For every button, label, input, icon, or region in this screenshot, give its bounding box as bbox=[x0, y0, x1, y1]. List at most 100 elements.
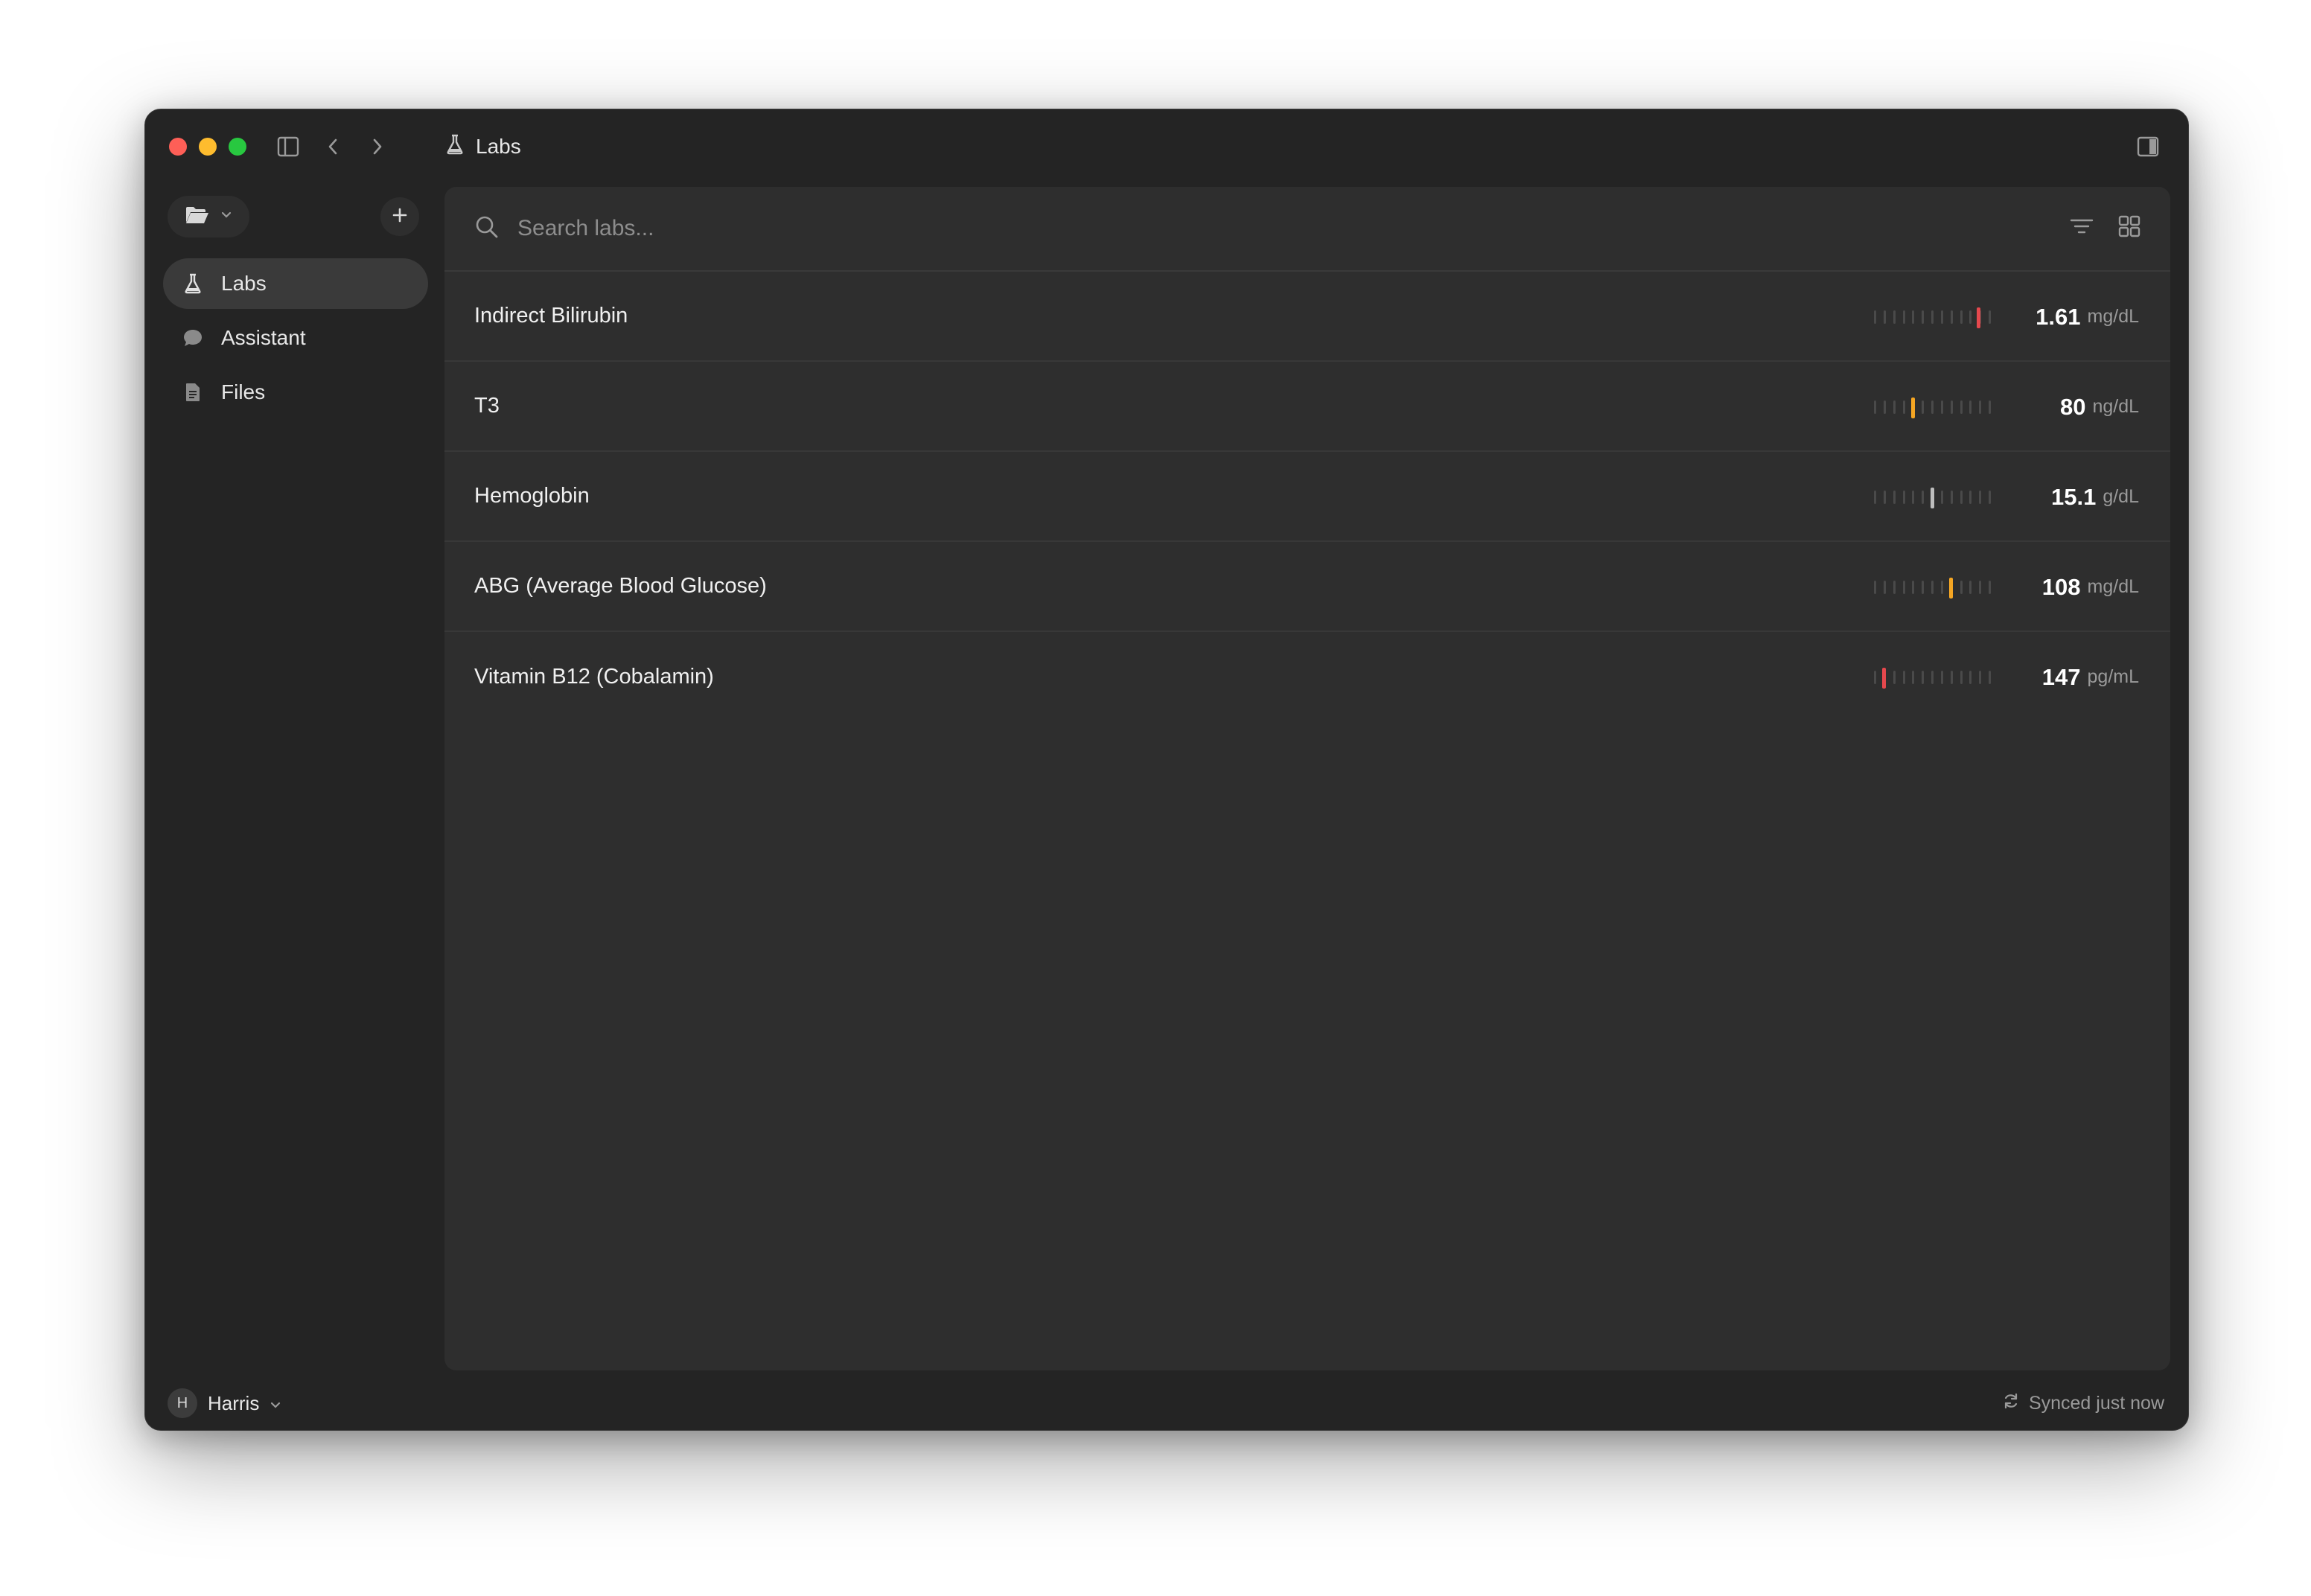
gauge-tick bbox=[1969, 310, 1971, 324]
gauge-tick bbox=[1903, 310, 1905, 324]
sidebar-nav: Labs Assistant Files bbox=[163, 258, 428, 421]
range-gauge bbox=[1874, 488, 1993, 508]
avatar: H bbox=[168, 1388, 197, 1418]
gauge-tick bbox=[1893, 581, 1896, 594]
range-gauge bbox=[1874, 398, 1993, 418]
app-window: Labs Labs Assistant Files Search labs...… bbox=[144, 109, 2189, 1431]
maximize-window-button[interactable] bbox=[229, 138, 246, 156]
plus-icon bbox=[391, 206, 409, 228]
gauge-tick bbox=[1951, 491, 1953, 504]
lab-row[interactable]: T3 80 ng/dL bbox=[444, 362, 2170, 452]
lab-value: 108 mg/dL bbox=[2042, 542, 2139, 632]
sidebar-item-assistant[interactable]: Assistant bbox=[163, 313, 428, 363]
gauge-tick bbox=[1931, 581, 1934, 594]
lab-list: Indirect Bilirubin 1.61 mg/dL T3 80 ng/d… bbox=[444, 272, 2170, 722]
gauge-tick bbox=[1989, 491, 1991, 504]
lab-value: 80 ng/dL bbox=[2060, 362, 2139, 452]
gauge-tick bbox=[1960, 491, 1963, 504]
sidebar-item-label: Assistant bbox=[221, 326, 306, 349]
gauge-tick bbox=[1941, 671, 1943, 684]
gauge-tick bbox=[1912, 671, 1914, 684]
gauge-marker bbox=[1911, 398, 1915, 418]
gauge-tick bbox=[1989, 310, 1991, 324]
chevron-left-icon[interactable] bbox=[321, 135, 345, 159]
gauge-tick bbox=[1922, 400, 1924, 414]
gauge-tick bbox=[1979, 671, 1981, 684]
sync-status: Synced just now bbox=[2002, 1385, 2164, 1421]
chevron-down-icon bbox=[270, 1392, 281, 1415]
gauge-tick bbox=[1989, 671, 1991, 684]
gauge-tick bbox=[1903, 491, 1905, 504]
folder-switcher-button[interactable] bbox=[168, 196, 249, 237]
chat-bubble-icon bbox=[181, 326, 205, 350]
chevron-down-icon bbox=[220, 210, 232, 223]
gauge-tick bbox=[1969, 581, 1971, 594]
lab-row[interactable]: Hemoglobin 15.1 g/dL bbox=[444, 452, 2170, 542]
gauge-tick bbox=[1903, 581, 1905, 594]
range-gauge bbox=[1874, 307, 1993, 328]
gauge-tick bbox=[1922, 491, 1924, 504]
gauge-tick bbox=[1941, 491, 1943, 504]
lab-value-number: 108 bbox=[2041, 573, 2081, 600]
sidebar-item-labs[interactable]: Labs bbox=[163, 258, 428, 309]
search-bar bbox=[444, 187, 2170, 272]
gauge-marker bbox=[1931, 488, 1934, 508]
gauge-tick bbox=[1979, 400, 1981, 414]
lab-row[interactable]: ABG (Average Blood Glucose) 108 mg/dL bbox=[444, 542, 2170, 632]
gauge-tick bbox=[1941, 310, 1943, 324]
labs-panel: Indirect Bilirubin 1.61 mg/dL T3 80 ng/d… bbox=[444, 187, 2170, 1370]
gauge-tick bbox=[1969, 491, 1971, 504]
lab-value-unit: mg/dL bbox=[2087, 306, 2139, 327]
lab-row[interactable]: Indirect Bilirubin 1.61 mg/dL bbox=[444, 272, 2170, 362]
search-tools bbox=[2069, 214, 2142, 243]
flask-icon bbox=[446, 134, 464, 160]
lab-value-number: 80 bbox=[2059, 393, 2086, 420]
gauge-tick bbox=[1884, 491, 1886, 504]
gauge-tick bbox=[1874, 491, 1876, 504]
gauge-tick bbox=[1893, 671, 1896, 684]
user-menu[interactable]: H Harris bbox=[168, 1385, 281, 1421]
gauge-tick bbox=[1989, 400, 1991, 414]
filter-icon[interactable] bbox=[2069, 214, 2094, 243]
gauge-tick bbox=[1912, 491, 1914, 504]
gauge-marker bbox=[1977, 307, 1980, 328]
gauge-tick bbox=[1969, 400, 1971, 414]
window-title: Labs bbox=[446, 132, 521, 162]
sidebar-icon[interactable] bbox=[276, 135, 300, 159]
gauge-tick bbox=[1903, 671, 1905, 684]
gauge-tick bbox=[1931, 400, 1934, 414]
gauge-tick bbox=[1941, 581, 1943, 594]
gauge-tick bbox=[1989, 581, 1991, 594]
grid-view-icon[interactable] bbox=[2117, 214, 2142, 243]
sidebar-item-label: Labs bbox=[221, 272, 267, 295]
gauge-marker bbox=[1949, 578, 1953, 598]
lab-value: 1.61 mg/dL bbox=[2036, 272, 2139, 362]
lab-value-unit: ng/dL bbox=[2092, 396, 2139, 417]
panel-right-icon[interactable] bbox=[2136, 135, 2160, 159]
add-button[interactable] bbox=[380, 197, 419, 236]
gauge-tick bbox=[1874, 671, 1876, 684]
lab-value-unit: g/dL bbox=[2103, 486, 2139, 507]
gauge-tick bbox=[1893, 491, 1896, 504]
search-input[interactable] bbox=[517, 216, 1560, 241]
gauge-tick bbox=[1941, 400, 1943, 414]
minimize-window-button[interactable] bbox=[199, 138, 217, 156]
lab-value-number: 1.61 bbox=[2036, 303, 2081, 330]
range-gauge bbox=[1874, 578, 1993, 598]
sidebar-item-files[interactable]: Files bbox=[163, 367, 428, 418]
gauge-tick bbox=[1893, 310, 1896, 324]
gauge-tick bbox=[1922, 581, 1924, 594]
lab-row[interactable]: Vitamin B12 (Cobalamin) 147 pg/mL bbox=[444, 632, 2170, 722]
folder-open-icon bbox=[185, 205, 210, 229]
gauge-tick bbox=[1969, 671, 1971, 684]
chevron-right-icon[interactable] bbox=[366, 135, 389, 159]
gauge-marker bbox=[1882, 668, 1886, 689]
close-window-button[interactable] bbox=[169, 138, 187, 156]
gauge-tick bbox=[1874, 310, 1876, 324]
gauge-tick bbox=[1884, 310, 1886, 324]
gauge-tick bbox=[1931, 310, 1934, 324]
gauge-tick bbox=[1951, 400, 1953, 414]
lab-value: 147 pg/mL bbox=[2042, 632, 2139, 722]
sync-icon bbox=[2002, 1392, 2020, 1415]
gauge-tick bbox=[1912, 310, 1914, 324]
